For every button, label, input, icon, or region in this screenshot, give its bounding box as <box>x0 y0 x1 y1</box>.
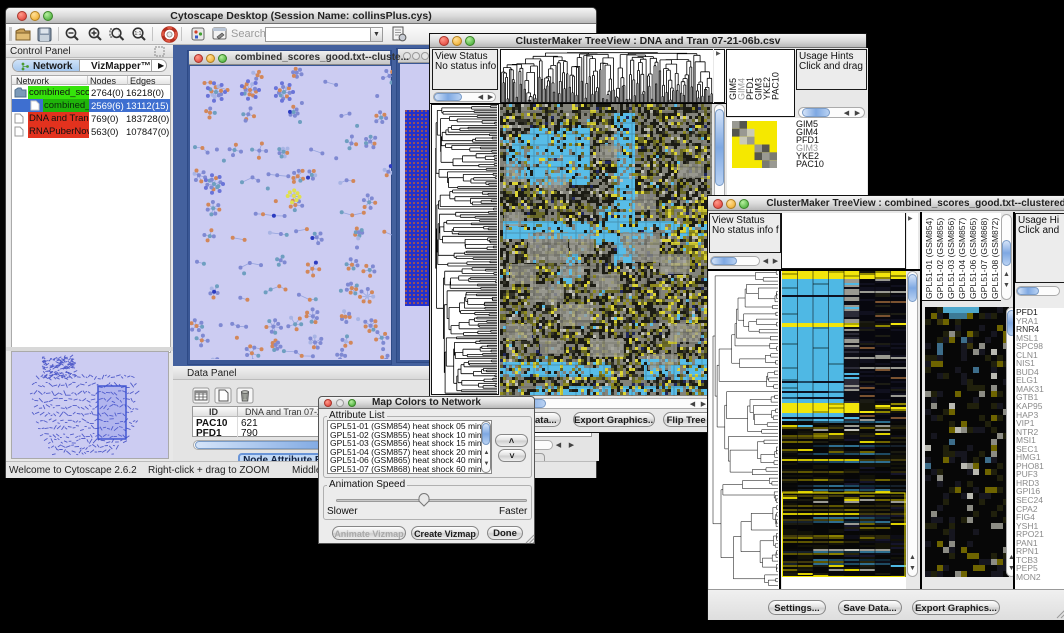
svg-text:GPL51-01 (GSM854): GPL51-01 (GSM854) <box>924 218 934 299</box>
svg-text:GPL51-06 (GSM865): GPL51-06 (GSM865) <box>968 218 978 299</box>
svg-text:PAC10: PAC10 <box>771 72 781 100</box>
svg-text:GPL51-08 (GSM872): GPL51-08 (GSM872) <box>990 218 1000 299</box>
svg-text:1:1: 1:1 <box>135 31 142 37</box>
svg-text:GPL51-07 (GSM868): GPL51-07 (GSM868) <box>979 218 989 299</box>
svg-text:GPL51-04 (GSM857): GPL51-04 (GSM857) <box>957 218 967 299</box>
svg-text:GPL51-03 (GSM856): GPL51-03 (GSM856) <box>946 218 956 299</box>
svg-text:GPL51-02 (GSM855): GPL51-02 (GSM855) <box>935 218 945 299</box>
